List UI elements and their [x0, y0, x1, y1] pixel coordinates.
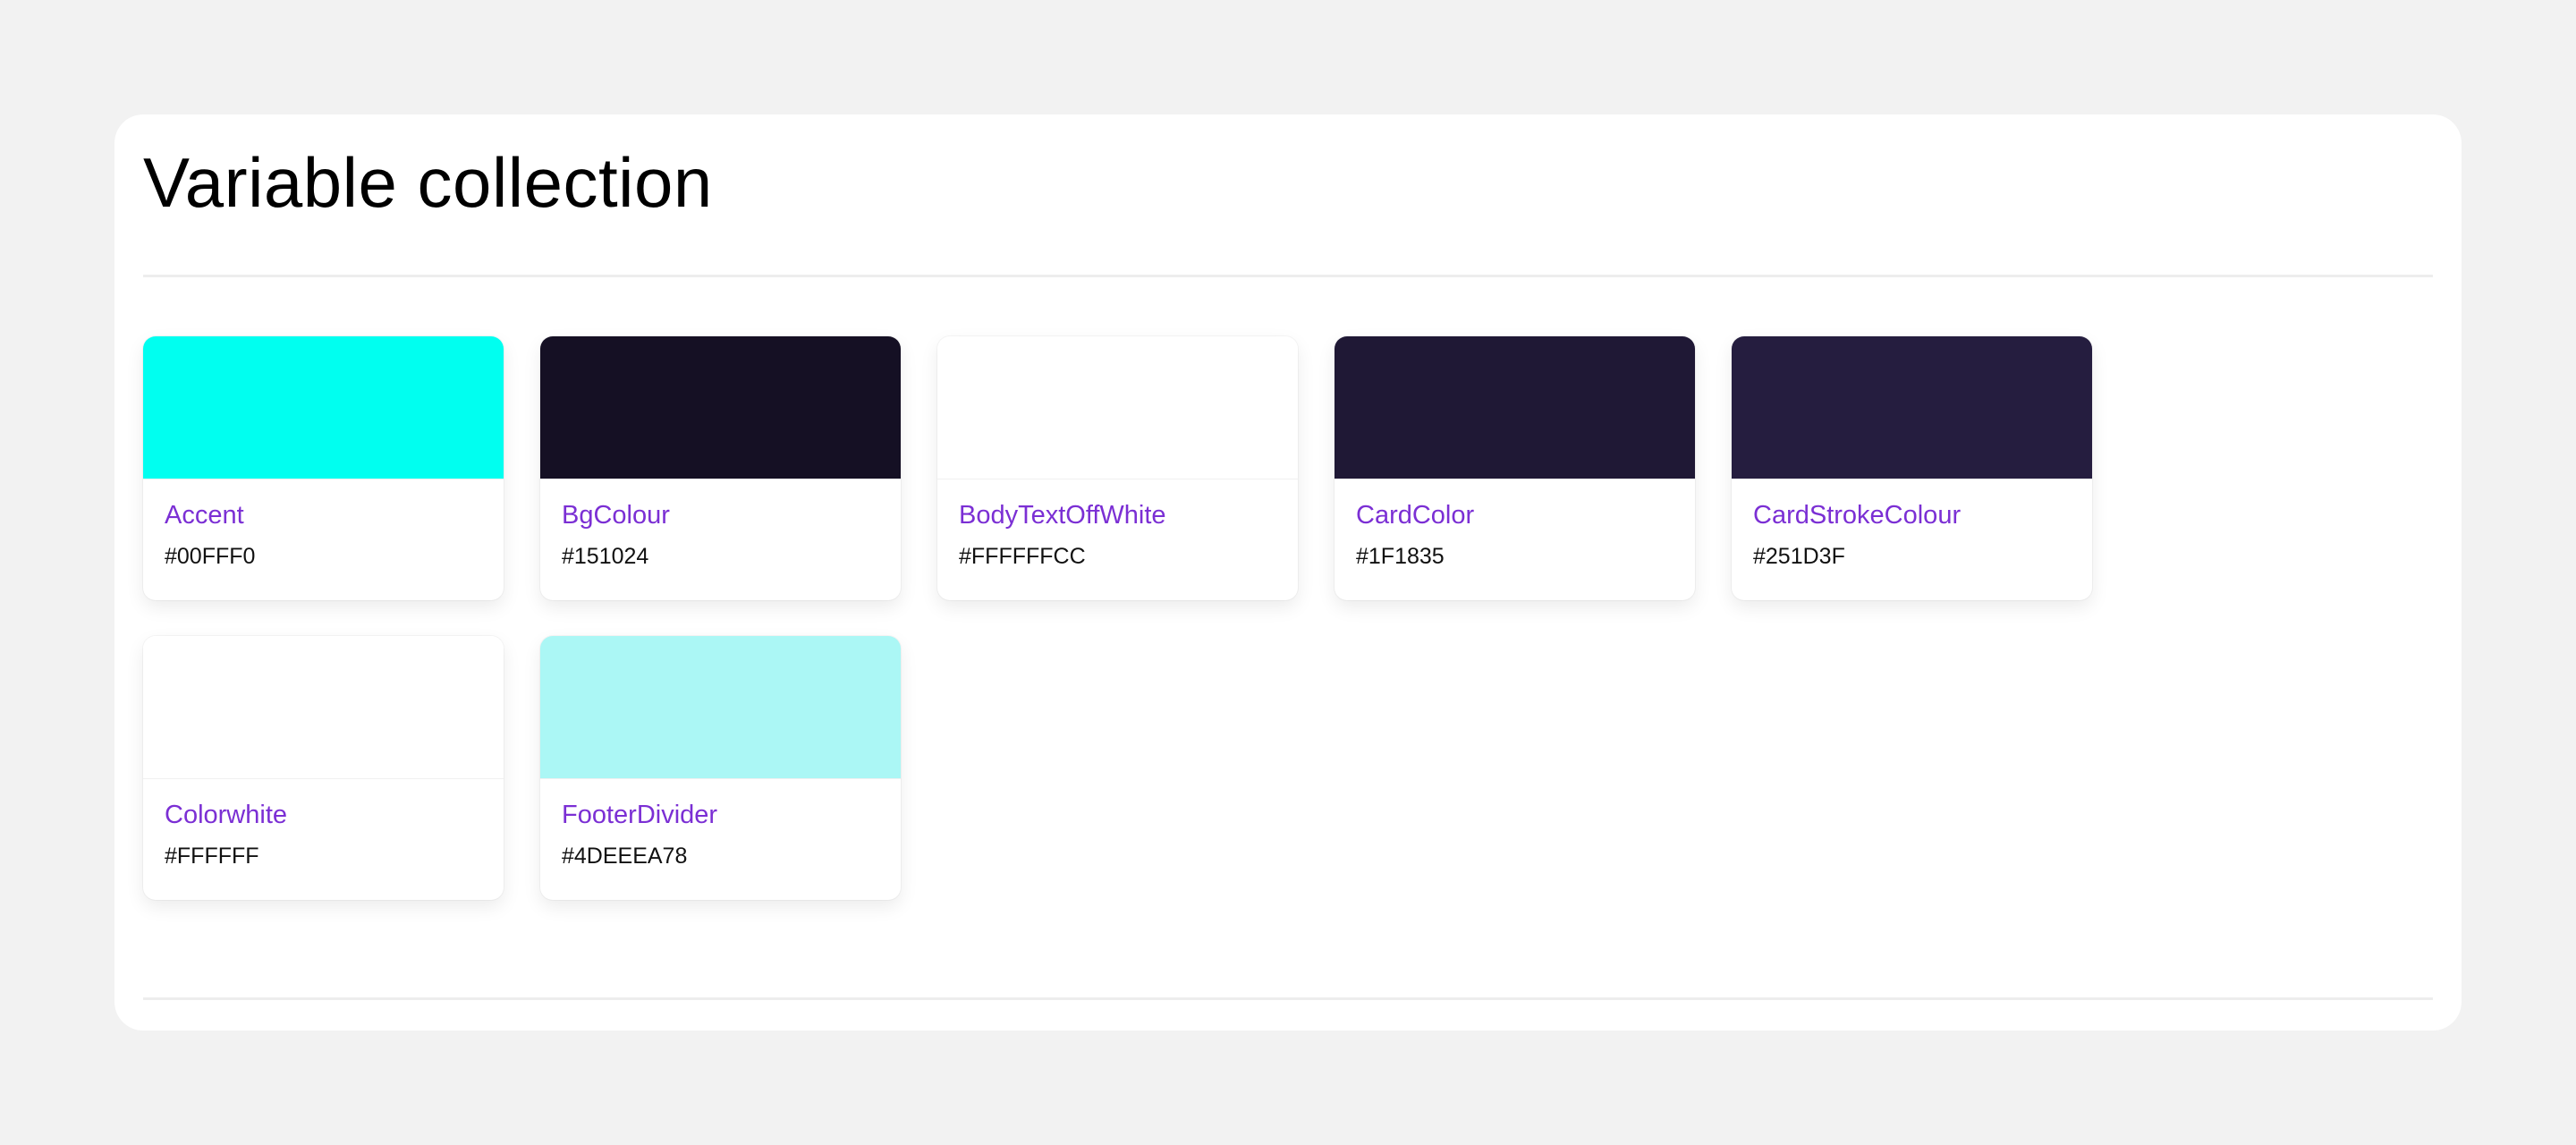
- card-info: CardStrokeColour #251D3F: [1732, 479, 2092, 571]
- color-swatch: [1335, 336, 1695, 479]
- variable-name: BgColour: [562, 501, 670, 530]
- variable-name: FooterDivider: [562, 801, 718, 829]
- variable-name: BodyTextOffWhite: [959, 501, 1166, 530]
- color-swatch: [143, 636, 504, 779]
- color-card-colorwhite[interactable]: Colorwhite #FFFFFF: [143, 636, 504, 900]
- variable-hex-value: #00FFF0: [165, 544, 256, 569]
- page-title: Variable collection: [143, 143, 713, 222]
- color-card-cardcolor[interactable]: CardColor #1F1835: [1335, 336, 1695, 600]
- color-swatch: [540, 336, 901, 479]
- variable-name: Colorwhite: [165, 801, 287, 829]
- card-info: BodyTextOffWhite #FFFFFFCC: [937, 479, 1298, 571]
- swatch-grid: Accent #00FFF0 BgColour #151024 BodyText…: [143, 336, 2111, 900]
- color-card-accent[interactable]: Accent #00FFF0: [143, 336, 504, 600]
- card-info: Colorwhite #FFFFFF: [143, 779, 504, 870]
- color-swatch: [1732, 336, 2092, 479]
- variable-hex-value: #FFFFFF: [165, 844, 259, 869]
- variable-hex-value: #251D3F: [1753, 544, 1845, 569]
- variable-name: CardStrokeColour: [1753, 501, 1962, 530]
- variable-hex-value: #FFFFFFCC: [959, 544, 1086, 569]
- card-info: FooterDivider #4DEEEA78: [540, 779, 901, 870]
- color-swatch: [540, 636, 901, 779]
- variable-hex-value: #151024: [562, 544, 649, 569]
- card-info: Accent #00FFF0: [143, 479, 504, 571]
- color-card-cardstrokecolour[interactable]: CardStrokeColour #251D3F: [1732, 336, 2092, 600]
- variable-collection-panel: Variable collection Accent #00FFF0 BgCol…: [114, 114, 2462, 1030]
- header-divider: [143, 275, 2433, 277]
- card-info: BgColour #151024: [540, 479, 901, 571]
- color-swatch: [143, 336, 504, 479]
- color-card-bodytextoffwhite[interactable]: BodyTextOffWhite #FFFFFFCC: [937, 336, 1298, 600]
- variable-hex-value: #4DEEEA78: [562, 844, 688, 869]
- card-info: CardColor #1F1835: [1335, 479, 1695, 571]
- footer-divider: [143, 997, 2433, 1000]
- color-swatch: [937, 336, 1298, 479]
- color-card-bgcolour[interactable]: BgColour #151024: [540, 336, 901, 600]
- variable-name: CardColor: [1356, 501, 1475, 530]
- color-card-footerdivider[interactable]: FooterDivider #4DEEEA78: [540, 636, 901, 900]
- variable-name: Accent: [165, 501, 244, 530]
- variable-hex-value: #1F1835: [1356, 544, 1445, 569]
